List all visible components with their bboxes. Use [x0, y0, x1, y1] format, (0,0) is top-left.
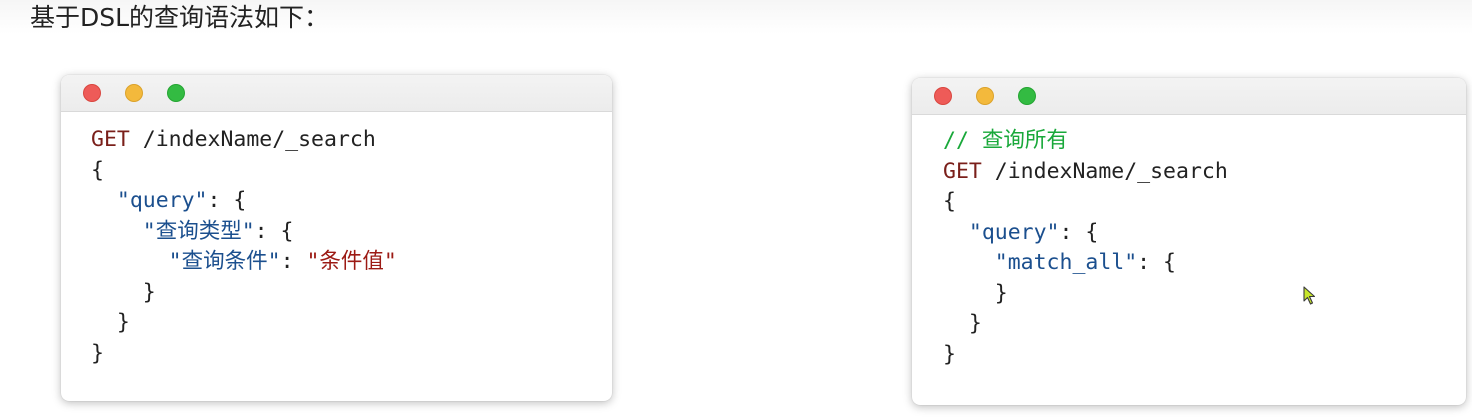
code-punctuation: :	[280, 249, 307, 274]
code-line: }	[91, 339, 397, 370]
code-block: // 查询所有 GET /indexName/_search{ "query": …	[943, 126, 1228, 370]
json-string-value: "条件值"	[306, 249, 397, 274]
code-line: GET /indexName/_search	[91, 125, 397, 156]
code-window-right: // 查询所有 GET /indexName/_search{ "query": …	[912, 78, 1466, 405]
code-line: "query": {	[91, 186, 397, 217]
page-heading: 基于DSL的查询语法如下：	[30, 3, 330, 32]
code-punctuation: }	[142, 279, 156, 305]
minimize-window-button[interactable]	[125, 84, 143, 102]
json-key: "query"	[116, 188, 208, 213]
code-line: }	[943, 279, 1228, 310]
code-line: {	[91, 156, 397, 187]
code-line: }	[91, 308, 397, 339]
request-path: /indexName/_search	[981, 158, 1228, 184]
code-punctuation: }	[968, 311, 982, 336]
code-punctuation: {	[943, 189, 956, 214]
code-punctuation: : {	[254, 218, 294, 244]
window-titlebar	[61, 75, 612, 112]
code-punctuation: }	[91, 340, 104, 366]
window-titlebar	[912, 78, 1466, 115]
code-line: }	[943, 340, 1228, 371]
code-block: GET /indexName/_search{ "query": { "查询类型…	[91, 125, 397, 369]
code-punctuation: : {	[1059, 219, 1099, 245]
code-line: "查询类型": {	[91, 217, 397, 248]
code-line: {	[943, 187, 1228, 218]
code-punctuation: }	[116, 310, 130, 335]
code-line: "query": {	[943, 218, 1228, 249]
http-method: GET	[91, 127, 130, 152]
http-method: GET	[943, 158, 982, 184]
code-line: }	[943, 309, 1228, 340]
code-punctuation: : {	[207, 188, 247, 213]
json-key: "查询类型"	[142, 218, 255, 244]
close-window-button[interactable]	[934, 87, 952, 105]
mouse-cursor-icon	[1303, 286, 1317, 310]
code-punctuation: }	[994, 280, 1008, 306]
maximize-window-button[interactable]	[167, 84, 185, 102]
json-key: "query"	[968, 219, 1060, 245]
code-line: GET /indexName/_search	[943, 157, 1228, 188]
code-punctuation: }	[943, 341, 956, 367]
code-line: }	[91, 278, 397, 309]
code-line: "查询条件": "条件值"	[91, 247, 397, 278]
maximize-window-button[interactable]	[1018, 87, 1036, 105]
code-line: "match_all": {	[943, 248, 1228, 279]
code-window-left: GET /indexName/_search{ "query": { "查询类型…	[61, 75, 612, 401]
code-line: // 查询所有	[943, 126, 1228, 157]
json-key: "match_all"	[994, 250, 1138, 275]
code-punctuation: {	[91, 157, 104, 183]
request-path: /indexName/_search	[129, 127, 376, 152]
close-window-button[interactable]	[83, 84, 101, 102]
code-punctuation: : {	[1137, 250, 1177, 275]
minimize-window-button[interactable]	[976, 87, 994, 105]
json-key: "查询条件"	[168, 249, 281, 274]
code-comment: // 查询所有	[943, 128, 1068, 153]
